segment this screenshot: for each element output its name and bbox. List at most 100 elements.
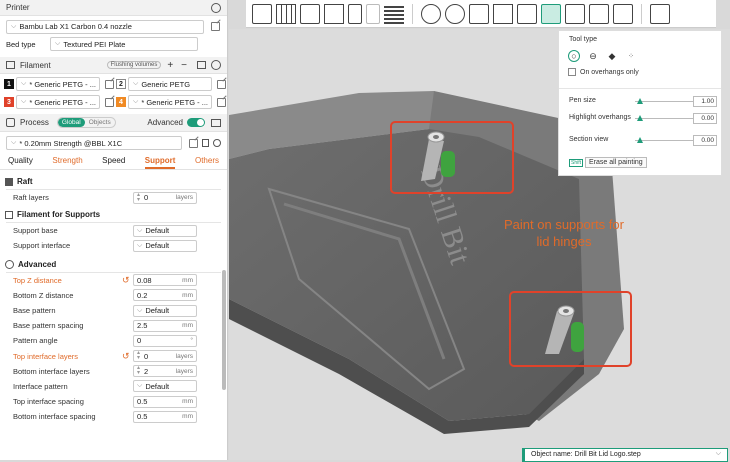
text-emboss-icon[interactable] <box>589 3 609 24</box>
add-object-icon[interactable] <box>252 3 272 24</box>
highlight-overhangs-slider[interactable] <box>635 115 693 121</box>
chevron-down-icon: ⌵ <box>11 22 17 30</box>
pen-size-value[interactable]: 1.00 <box>693 96 717 107</box>
reset-value-icon[interactable]: ↺ <box>122 275 130 286</box>
cut-icon[interactable] <box>517 3 537 24</box>
edit-filament-icon[interactable] <box>105 79 114 89</box>
orient-icon[interactable] <box>300 3 320 24</box>
filament-slot-4[interactable]: 4 ⌵ * Generic PETG - ... <box>116 95 227 109</box>
move-icon[interactable] <box>421 3 441 24</box>
split-parts-icon[interactable] <box>366 3 380 24</box>
tab-strength[interactable]: Strength <box>52 156 82 169</box>
global-objects-toggle[interactable]: Global Objects <box>56 117 116 128</box>
arrange-grid-icon[interactable] <box>276 3 296 24</box>
scale-icon[interactable] <box>469 3 489 24</box>
sidebar-scrollbar[interactable] <box>222 270 226 390</box>
edit-process-icon[interactable] <box>189 138 198 148</box>
assembly-view-icon[interactable] <box>650 3 670 24</box>
objects-toggle-option[interactable]: Objects <box>85 118 115 127</box>
gap-fill-icon[interactable]: ⁘ <box>625 50 637 62</box>
plate-icon[interactable] <box>324 3 344 24</box>
filament-slot-number: 2 <box>116 79 126 89</box>
sync-icon[interactable] <box>197 61 206 69</box>
advanced-switch[interactable] <box>187 118 205 127</box>
support-interface-row: Support interface ⌵ Default <box>0 238 227 253</box>
filament-select[interactable]: ⌵ * Generic PETG - ... <box>128 95 212 109</box>
spin-arrows-icon[interactable]: ▴ ▾ <box>137 350 140 361</box>
process-preset-select[interactable]: ⌵ * 0.20mm Strength @BBL X1C <box>6 136 183 150</box>
chevron-down-icon: ⌵ <box>21 80 27 87</box>
flushing-volumes-button[interactable]: Flushing volumes <box>106 61 162 69</box>
filament-slot-2[interactable]: 2 ⌵ Generic PETG <box>116 77 227 91</box>
edit-filament-icon[interactable] <box>217 79 226 89</box>
param-input[interactable]: 0.5 mm <box>133 410 197 423</box>
erase-all-painting-button[interactable]: Erase all painting <box>585 157 647 168</box>
circle-brush-icon[interactable]: ○ <box>568 50 580 62</box>
param-input[interactable]: 2.5 mm <box>133 319 197 332</box>
chevron-down-icon[interactable]: ⌵ <box>716 450 721 458</box>
raft-layers-input[interactable]: ▴ ▾ 0 layers <box>133 191 197 204</box>
filament-slot-3[interactable]: 3 ⌵ * Generic PETG - ... <box>4 95 116 109</box>
layers-icon[interactable] <box>384 3 404 24</box>
pen-size-slider[interactable] <box>635 98 693 104</box>
global-toggle-option[interactable]: Global <box>57 118 85 127</box>
remove-filament-button[interactable]: − <box>181 60 187 71</box>
process-tabs: Quality Strength Speed Support Others <box>0 152 227 170</box>
tab-others[interactable]: Others <box>195 156 219 169</box>
param-input[interactable]: 0 ° <box>133 334 197 347</box>
filament-select[interactable]: ⌵ * Generic PETG - ... <box>16 77 100 91</box>
slider-knob[interactable] <box>637 98 643 104</box>
filament-slot-1[interactable]: 1 ⌵ * Generic PETG - ... <box>4 77 116 91</box>
compare-icon[interactable] <box>211 118 221 127</box>
sphere-brush-icon[interactable]: ⊖ <box>587 50 599 62</box>
reset-value-icon[interactable]: ↺ <box>122 351 130 362</box>
edit-printer-icon[interactable] <box>211 22 220 31</box>
save-icon[interactable] <box>201 139 210 147</box>
support-interface-select[interactable]: ⌵ Default <box>133 239 197 252</box>
section-view-value[interactable]: 0.00 <box>693 135 717 146</box>
param-input[interactable]: 0.5 mm <box>133 395 197 408</box>
tab-support[interactable]: Support <box>144 156 176 169</box>
param-input[interactable]: ▴ ▾ 2 layers <box>133 365 197 378</box>
chevron-down-icon: ⌵ <box>133 80 139 87</box>
split-objects-icon[interactable] <box>348 3 362 24</box>
color-painting-icon[interactable] <box>613 3 633 24</box>
checkbox-box[interactable] <box>568 68 576 76</box>
search-icon[interactable] <box>213 139 221 147</box>
param-label: Top interface spacing <box>13 397 84 407</box>
filament-select[interactable]: ⌵ Generic PETG <box>128 77 212 91</box>
filament-select[interactable]: ⌵ * Generic PETG - ... <box>16 95 100 109</box>
edit-filament-icon[interactable] <box>105 97 114 107</box>
param-input[interactable]: ▴ ▾ 0 layers <box>133 350 197 363</box>
support-base-select[interactable]: ⌵ Default <box>133 224 197 237</box>
spin-arrows-icon[interactable]: ▴ ▾ <box>137 192 140 203</box>
param-input[interactable]: 0.2 mm <box>133 289 197 302</box>
support-painting-icon[interactable] <box>541 3 561 24</box>
slider-knob[interactable] <box>637 137 643 143</box>
support-interface-value: Default <box>145 241 170 251</box>
printer-section-header: Printer <box>0 0 227 16</box>
edit-filament-icon[interactable] <box>217 97 226 107</box>
section-view-slider[interactable] <box>635 137 693 143</box>
fill-bucket-icon[interactable]: ◆ <box>606 50 618 62</box>
add-filament-button[interactable]: + <box>167 60 173 71</box>
seam-painting-icon[interactable] <box>565 3 585 24</box>
tab-quality[interactable]: Quality <box>8 156 33 169</box>
highlight-overhangs-value[interactable]: 0.00 <box>693 113 717 124</box>
param-input[interactable]: 0.08 mm <box>133 274 197 287</box>
param-input[interactable]: ⌵ Default <box>133 380 197 393</box>
slider-knob[interactable] <box>637 115 643 121</box>
printer-settings-gear-icon[interactable] <box>211 2 221 13</box>
rotate-icon[interactable] <box>445 3 465 24</box>
printer-name: Bambu Lab X1 Carbon 0.4 nozzle <box>19 22 132 31</box>
overhangs-only-checkbox[interactable]: On overhangs only <box>568 68 639 76</box>
param-input[interactable]: ⌵ Default <box>133 304 197 317</box>
bed-type-select[interactable]: ⌵ Textured PEI Plate <box>50 37 198 51</box>
param-unit: layers <box>175 352 193 360</box>
spin-arrows-icon[interactable]: ▴ ▾ <box>137 365 140 376</box>
tab-speed[interactable]: Speed <box>102 156 125 169</box>
printer-select[interactable]: ⌵ Bambu Lab X1 Carbon 0.4 nozzle <box>6 19 204 34</box>
lay-on-face-icon[interactable] <box>493 3 513 24</box>
filament-settings-gear-icon[interactable] <box>211 60 221 70</box>
advanced-param-row: Interface pattern ⌵ Default <box>0 379 227 394</box>
